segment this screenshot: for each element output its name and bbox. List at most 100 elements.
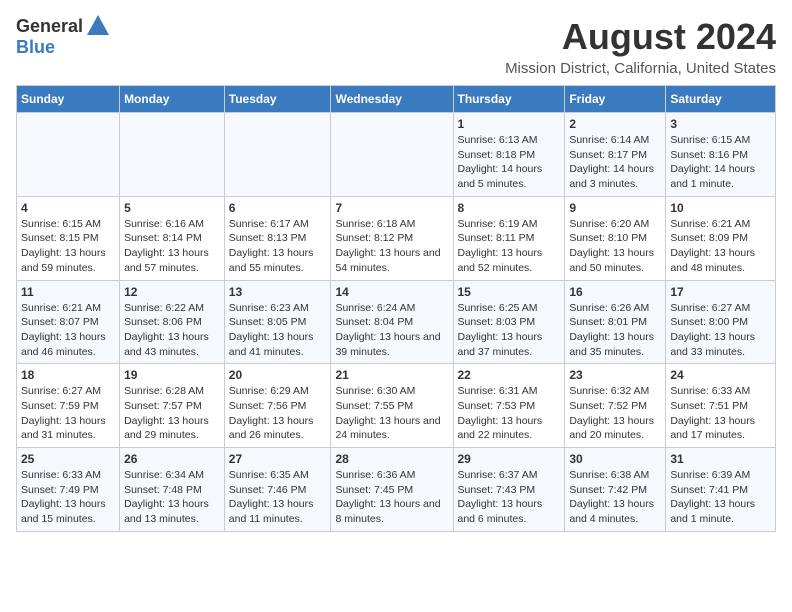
- day-number: 17: [670, 285, 771, 299]
- calendar-cell: 28 Sunrise: 6:36 AM Sunset: 7:45 PM Dayli…: [331, 448, 453, 532]
- calendar-cell: 17 Sunrise: 6:27 AM Sunset: 8:00 PM Dayli…: [666, 280, 776, 364]
- day-number: 22: [458, 368, 561, 382]
- day-info: Sunrise: 6:16 AM Sunset: 8:14 PM Dayligh…: [124, 217, 220, 276]
- day-info: Sunrise: 6:19 AM Sunset: 8:11 PM Dayligh…: [458, 217, 561, 276]
- calendar-cell: [120, 113, 225, 197]
- day-info: Sunrise: 6:27 AM Sunset: 8:00 PM Dayligh…: [670, 301, 771, 360]
- day-info: Sunrise: 6:29 AM Sunset: 7:56 PM Dayligh…: [229, 384, 327, 443]
- calendar-cell: 23Sunrise: 6:32 AM Sunset: 7:52 PM Dayli…: [565, 364, 666, 448]
- day-number: 16: [569, 285, 661, 299]
- day-number: 10: [670, 201, 771, 215]
- day-number: 19: [124, 368, 220, 382]
- calendar-cell: 16Sunrise: 6:26 AM Sunset: 8:01 PM Dayli…: [565, 280, 666, 364]
- day-number: 13: [229, 285, 327, 299]
- day-number: 27: [229, 452, 327, 466]
- day-info: Sunrise: 6:14 AM Sunset: 8:17 PM Dayligh…: [569, 133, 661, 192]
- day-number: 18: [21, 368, 115, 382]
- day-info: Sunrise: 6:28 AM Sunset: 7:57 PM Dayligh…: [124, 384, 220, 443]
- calendar-cell: [224, 113, 331, 197]
- title-section: August 2024 Mission District, California…: [505, 16, 776, 77]
- day-number: 11: [21, 285, 115, 299]
- day-info: Sunrise: 6:22 AM Sunset: 8:06 PM Dayligh…: [124, 301, 220, 360]
- day-info: Sunrise: 6:34 AM Sunset: 7:48 PM Dayligh…: [124, 468, 220, 527]
- day-number: 24: [670, 368, 771, 382]
- calendar-cell: 31 Sunrise: 6:39 AM Sunset: 7:41 PM Dayli…: [666, 448, 776, 532]
- day-number: 28: [335, 452, 448, 466]
- calendar-cell: 21 Sunrise: 6:30 AM Sunset: 7:55 PM Dayli…: [331, 364, 453, 448]
- day-info: Sunrise: 6:35 AM Sunset: 7:46 PM Dayligh…: [229, 468, 327, 527]
- day-info: Sunrise: 6:37 AM Sunset: 7:43 PM Dayligh…: [458, 468, 561, 527]
- day-number: 31: [670, 452, 771, 466]
- day-number: 2: [569, 117, 661, 131]
- day-number: 14: [335, 285, 448, 299]
- week-row-1: 1Sunrise: 6:13 AM Sunset: 8:18 PM Daylig…: [17, 113, 776, 197]
- day-number: 3: [670, 117, 771, 131]
- calendar-cell: 29 Sunrise: 6:37 AM Sunset: 7:43 PM Dayli…: [453, 448, 565, 532]
- day-number: 29: [458, 452, 561, 466]
- day-number: 9: [569, 201, 661, 215]
- day-number: 25: [21, 452, 115, 466]
- day-info: Sunrise: 6:39 AM Sunset: 7:41 PM Dayligh…: [670, 468, 771, 527]
- day-info: Sunrise: 6:15 AM Sunset: 8:16 PM Dayligh…: [670, 133, 771, 192]
- day-number: 26: [124, 452, 220, 466]
- calendar-cell: 27 Sunrise: 6:35 AM Sunset: 7:46 PM Dayli…: [224, 448, 331, 532]
- day-info: Sunrise: 6:32 AM Sunset: 7:52 PM Dayligh…: [569, 384, 661, 443]
- calendar-cell: [331, 113, 453, 197]
- day-info: Sunrise: 6:15 AM Sunset: 8:15 PM Dayligh…: [21, 217, 115, 276]
- calendar-cell: 14 Sunrise: 6:24 AM Sunset: 8:04 PM Dayli…: [331, 280, 453, 364]
- main-title: August 2024: [505, 16, 776, 58]
- day-info: Sunrise: 6:21 AM Sunset: 8:09 PM Dayligh…: [670, 217, 771, 276]
- day-info: Sunrise: 6:21 AM Sunset: 8:07 PM Dayligh…: [21, 301, 115, 360]
- day-info: Sunrise: 6:20 AM Sunset: 8:10 PM Dayligh…: [569, 217, 661, 276]
- calendar-cell: 7Sunrise: 6:18 AM Sunset: 8:12 PM Daylig…: [331, 196, 453, 280]
- logo-blue-text: Blue: [16, 37, 55, 57]
- calendar-cell: 20 Sunrise: 6:29 AM Sunset: 7:56 PM Dayli…: [224, 364, 331, 448]
- logo-general-text: General: [16, 16, 83, 37]
- day-number: 15: [458, 285, 561, 299]
- day-number: 30: [569, 452, 661, 466]
- day-info: Sunrise: 6:23 AM Sunset: 8:05 PM Dayligh…: [229, 301, 327, 360]
- day-number: 5: [124, 201, 220, 215]
- day-number: 4: [21, 201, 115, 215]
- calendar-cell: 5 Sunrise: 6:16 AM Sunset: 8:14 PM Daylig…: [120, 196, 225, 280]
- day-header-saturday: Saturday: [666, 86, 776, 113]
- calendar-cell: 9 Sunrise: 6:20 AM Sunset: 8:10 PM Daylig…: [565, 196, 666, 280]
- calendar-cell: 12 Sunrise: 6:22 AM Sunset: 8:06 PM Dayli…: [120, 280, 225, 364]
- day-info: Sunrise: 6:13 AM Sunset: 8:18 PM Dayligh…: [458, 133, 561, 192]
- logo: General Blue: [16, 16, 109, 58]
- day-info: Sunrise: 6:31 AM Sunset: 7:53 PM Dayligh…: [458, 384, 561, 443]
- calendar-cell: 30 Sunrise: 6:38 AM Sunset: 7:42 PM Dayli…: [565, 448, 666, 532]
- day-header-monday: Monday: [120, 86, 225, 113]
- day-number: 21: [335, 368, 448, 382]
- day-header-tuesday: Tuesday: [224, 86, 331, 113]
- calendar-cell: 26 Sunrise: 6:34 AM Sunset: 7:48 PM Dayli…: [120, 448, 225, 532]
- calendar-cell: 2 Sunrise: 6:14 AM Sunset: 8:17 PM Daylig…: [565, 113, 666, 197]
- calendar-table: SundayMondayTuesdayWednesdayThursdayFrid…: [16, 85, 776, 532]
- calendar-cell: 4 Sunrise: 6:15 AM Sunset: 8:15 PM Daylig…: [17, 196, 120, 280]
- calendar-cell: 24 Sunrise: 6:33 AM Sunset: 7:51 PM Dayli…: [666, 364, 776, 448]
- day-info: Sunrise: 6:36 AM Sunset: 7:45 PM Dayligh…: [335, 468, 448, 527]
- week-row-5: 25Sunrise: 6:33 AM Sunset: 7:49 PM Dayli…: [17, 448, 776, 532]
- day-info: Sunrise: 6:38 AM Sunset: 7:42 PM Dayligh…: [569, 468, 661, 527]
- day-number: 6: [229, 201, 327, 215]
- day-info: Sunrise: 6:24 AM Sunset: 8:04 PM Dayligh…: [335, 301, 448, 360]
- header: General Blue August 2024 Mission Distric…: [16, 16, 776, 77]
- calendar-cell: 25Sunrise: 6:33 AM Sunset: 7:49 PM Dayli…: [17, 448, 120, 532]
- calendar-cell: 15 Sunrise: 6:25 AM Sunset: 8:03 PM Dayli…: [453, 280, 565, 364]
- day-header-sunday: Sunday: [17, 86, 120, 113]
- calendar-cell: 22 Sunrise: 6:31 AM Sunset: 7:53 PM Dayli…: [453, 364, 565, 448]
- day-number: 20: [229, 368, 327, 382]
- logo-icon: [87, 15, 109, 35]
- day-number: 12: [124, 285, 220, 299]
- calendar-cell: 8Sunrise: 6:19 AM Sunset: 8:11 PM Daylig…: [453, 196, 565, 280]
- week-row-2: 4 Sunrise: 6:15 AM Sunset: 8:15 PM Daylig…: [17, 196, 776, 280]
- calendar-cell: 18 Sunrise: 6:27 AM Sunset: 7:59 PM Dayli…: [17, 364, 120, 448]
- header-row: SundayMondayTuesdayWednesdayThursdayFrid…: [17, 86, 776, 113]
- day-info: Sunrise: 6:17 AM Sunset: 8:13 PM Dayligh…: [229, 217, 327, 276]
- day-info: Sunrise: 6:27 AM Sunset: 7:59 PM Dayligh…: [21, 384, 115, 443]
- day-info: Sunrise: 6:25 AM Sunset: 8:03 PM Dayligh…: [458, 301, 561, 360]
- day-header-thursday: Thursday: [453, 86, 565, 113]
- day-info: Sunrise: 6:30 AM Sunset: 7:55 PM Dayligh…: [335, 384, 448, 443]
- day-info: Sunrise: 6:33 AM Sunset: 7:51 PM Dayligh…: [670, 384, 771, 443]
- day-header-friday: Friday: [565, 86, 666, 113]
